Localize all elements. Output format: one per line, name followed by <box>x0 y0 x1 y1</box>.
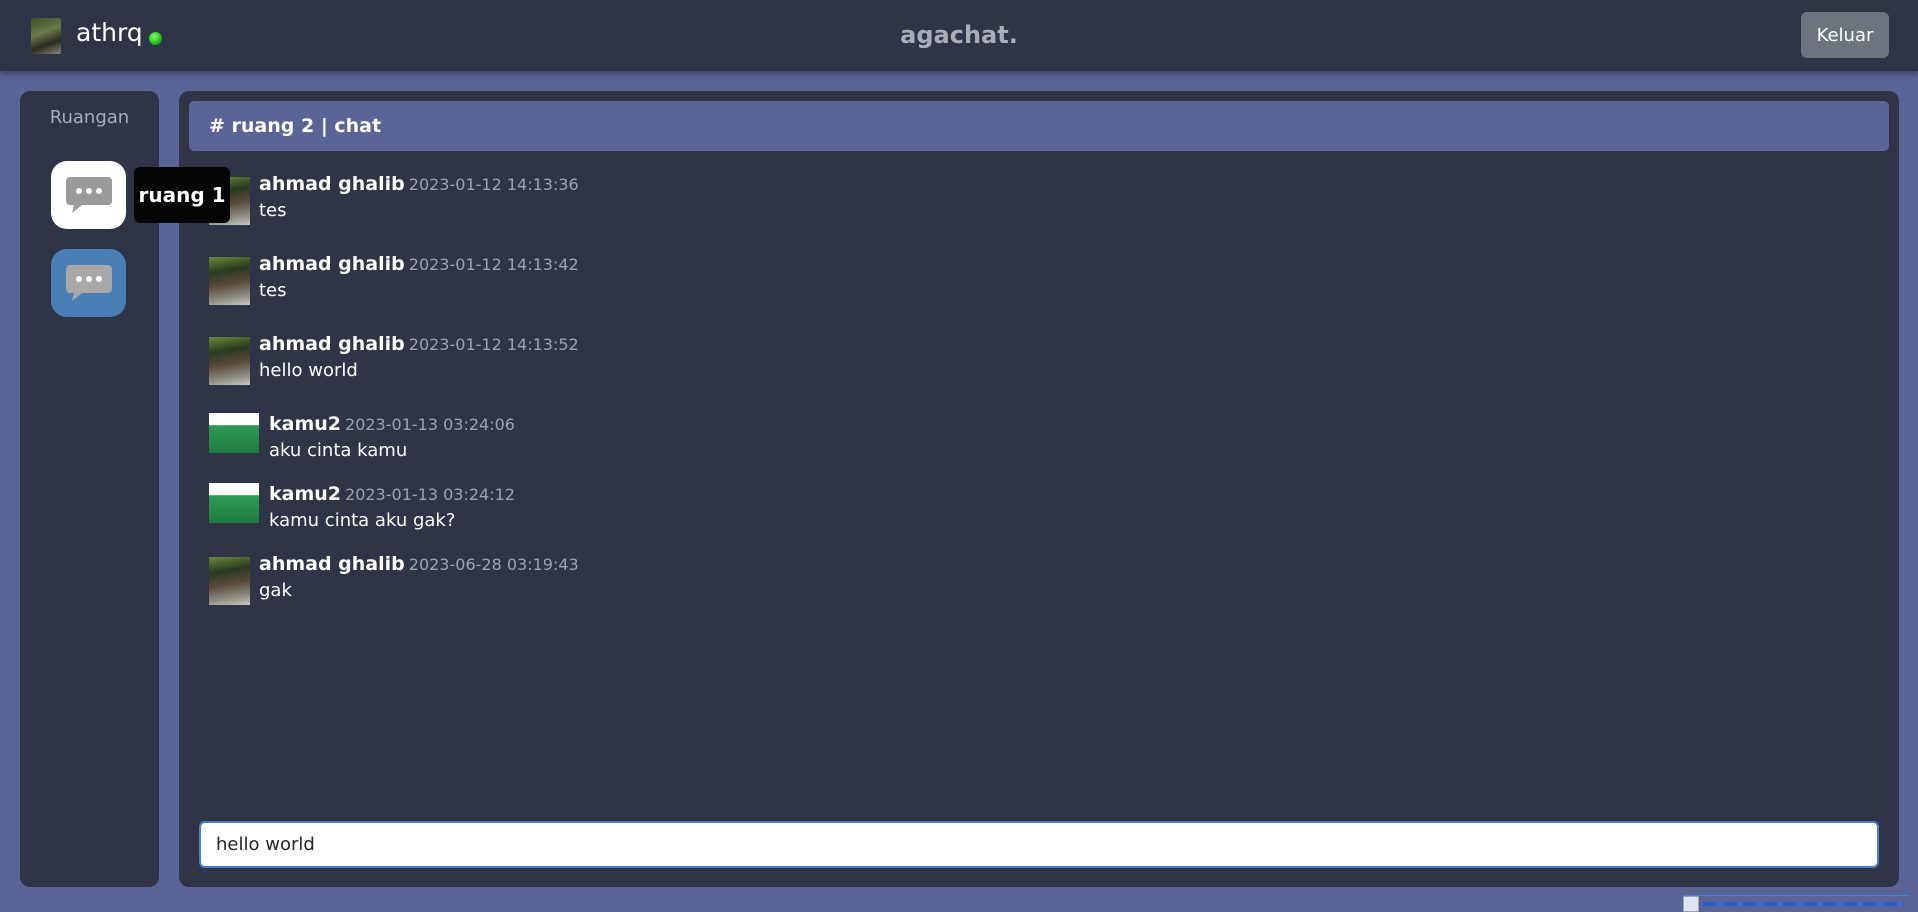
message-avatar <box>209 557 250 605</box>
room-tooltip: ruang 1 <box>134 167 230 223</box>
message-text: hello world <box>259 360 358 381</box>
message-username: kamu2 <box>269 483 342 505</box>
chat-bubble-icon <box>65 177 112 213</box>
message-text: tes <box>259 280 287 301</box>
message-username: kamu2 <box>269 413 342 435</box>
message-timestamp: 2023-01-12 14:13:42 <box>408 255 579 274</box>
message-input[interactable] <box>199 821 1879 868</box>
broken-image <box>1683 895 1909 912</box>
room-button-2[interactable] <box>51 249 126 317</box>
message-avatar <box>209 483 259 523</box>
sidebar-title: Ruangan <box>49 107 130 128</box>
message-username: ahmad ghalib <box>259 553 405 575</box>
room-header: # ruang 2 | chat <box>189 101 1889 151</box>
broken-image-icon <box>1683 896 1699 912</box>
logout-button[interactable]: Keluar <box>1801 12 1889 58</box>
message-timestamp: 2023-01-12 14:13:52 <box>408 335 579 354</box>
message-avatar <box>209 337 250 385</box>
room-button-1[interactable] <box>51 161 126 229</box>
top-navbar: athrq agachat. Keluar <box>0 0 1918 71</box>
message-text: tes <box>259 200 287 221</box>
message-text: gak <box>259 580 292 601</box>
message-timestamp: 2023-01-12 14:13:36 <box>408 175 579 194</box>
message-timestamp: 2023-06-28 03:19:43 <box>408 555 579 574</box>
chat-bubble-icon <box>65 265 112 301</box>
message-username: ahmad ghalib <box>259 173 405 195</box>
message-text: kamu cinta aku gak? <box>269 510 456 531</box>
message-avatar <box>209 257 250 305</box>
message-text: aku cinta kamu <box>269 440 408 461</box>
message-avatar <box>209 413 259 453</box>
message-timestamp: 2023-01-13 03:24:12 <box>345 485 515 504</box>
app-title: agachat. <box>900 21 1018 49</box>
message-username: ahmad ghalib <box>259 333 405 355</box>
chat-panel: # ruang 2 | chat ahmad ghalib 2023-01-12 … <box>179 91 1899 887</box>
message-timestamp: 2023-01-13 03:24:06 <box>345 415 515 434</box>
message-username: ahmad ghalib <box>259 253 405 275</box>
